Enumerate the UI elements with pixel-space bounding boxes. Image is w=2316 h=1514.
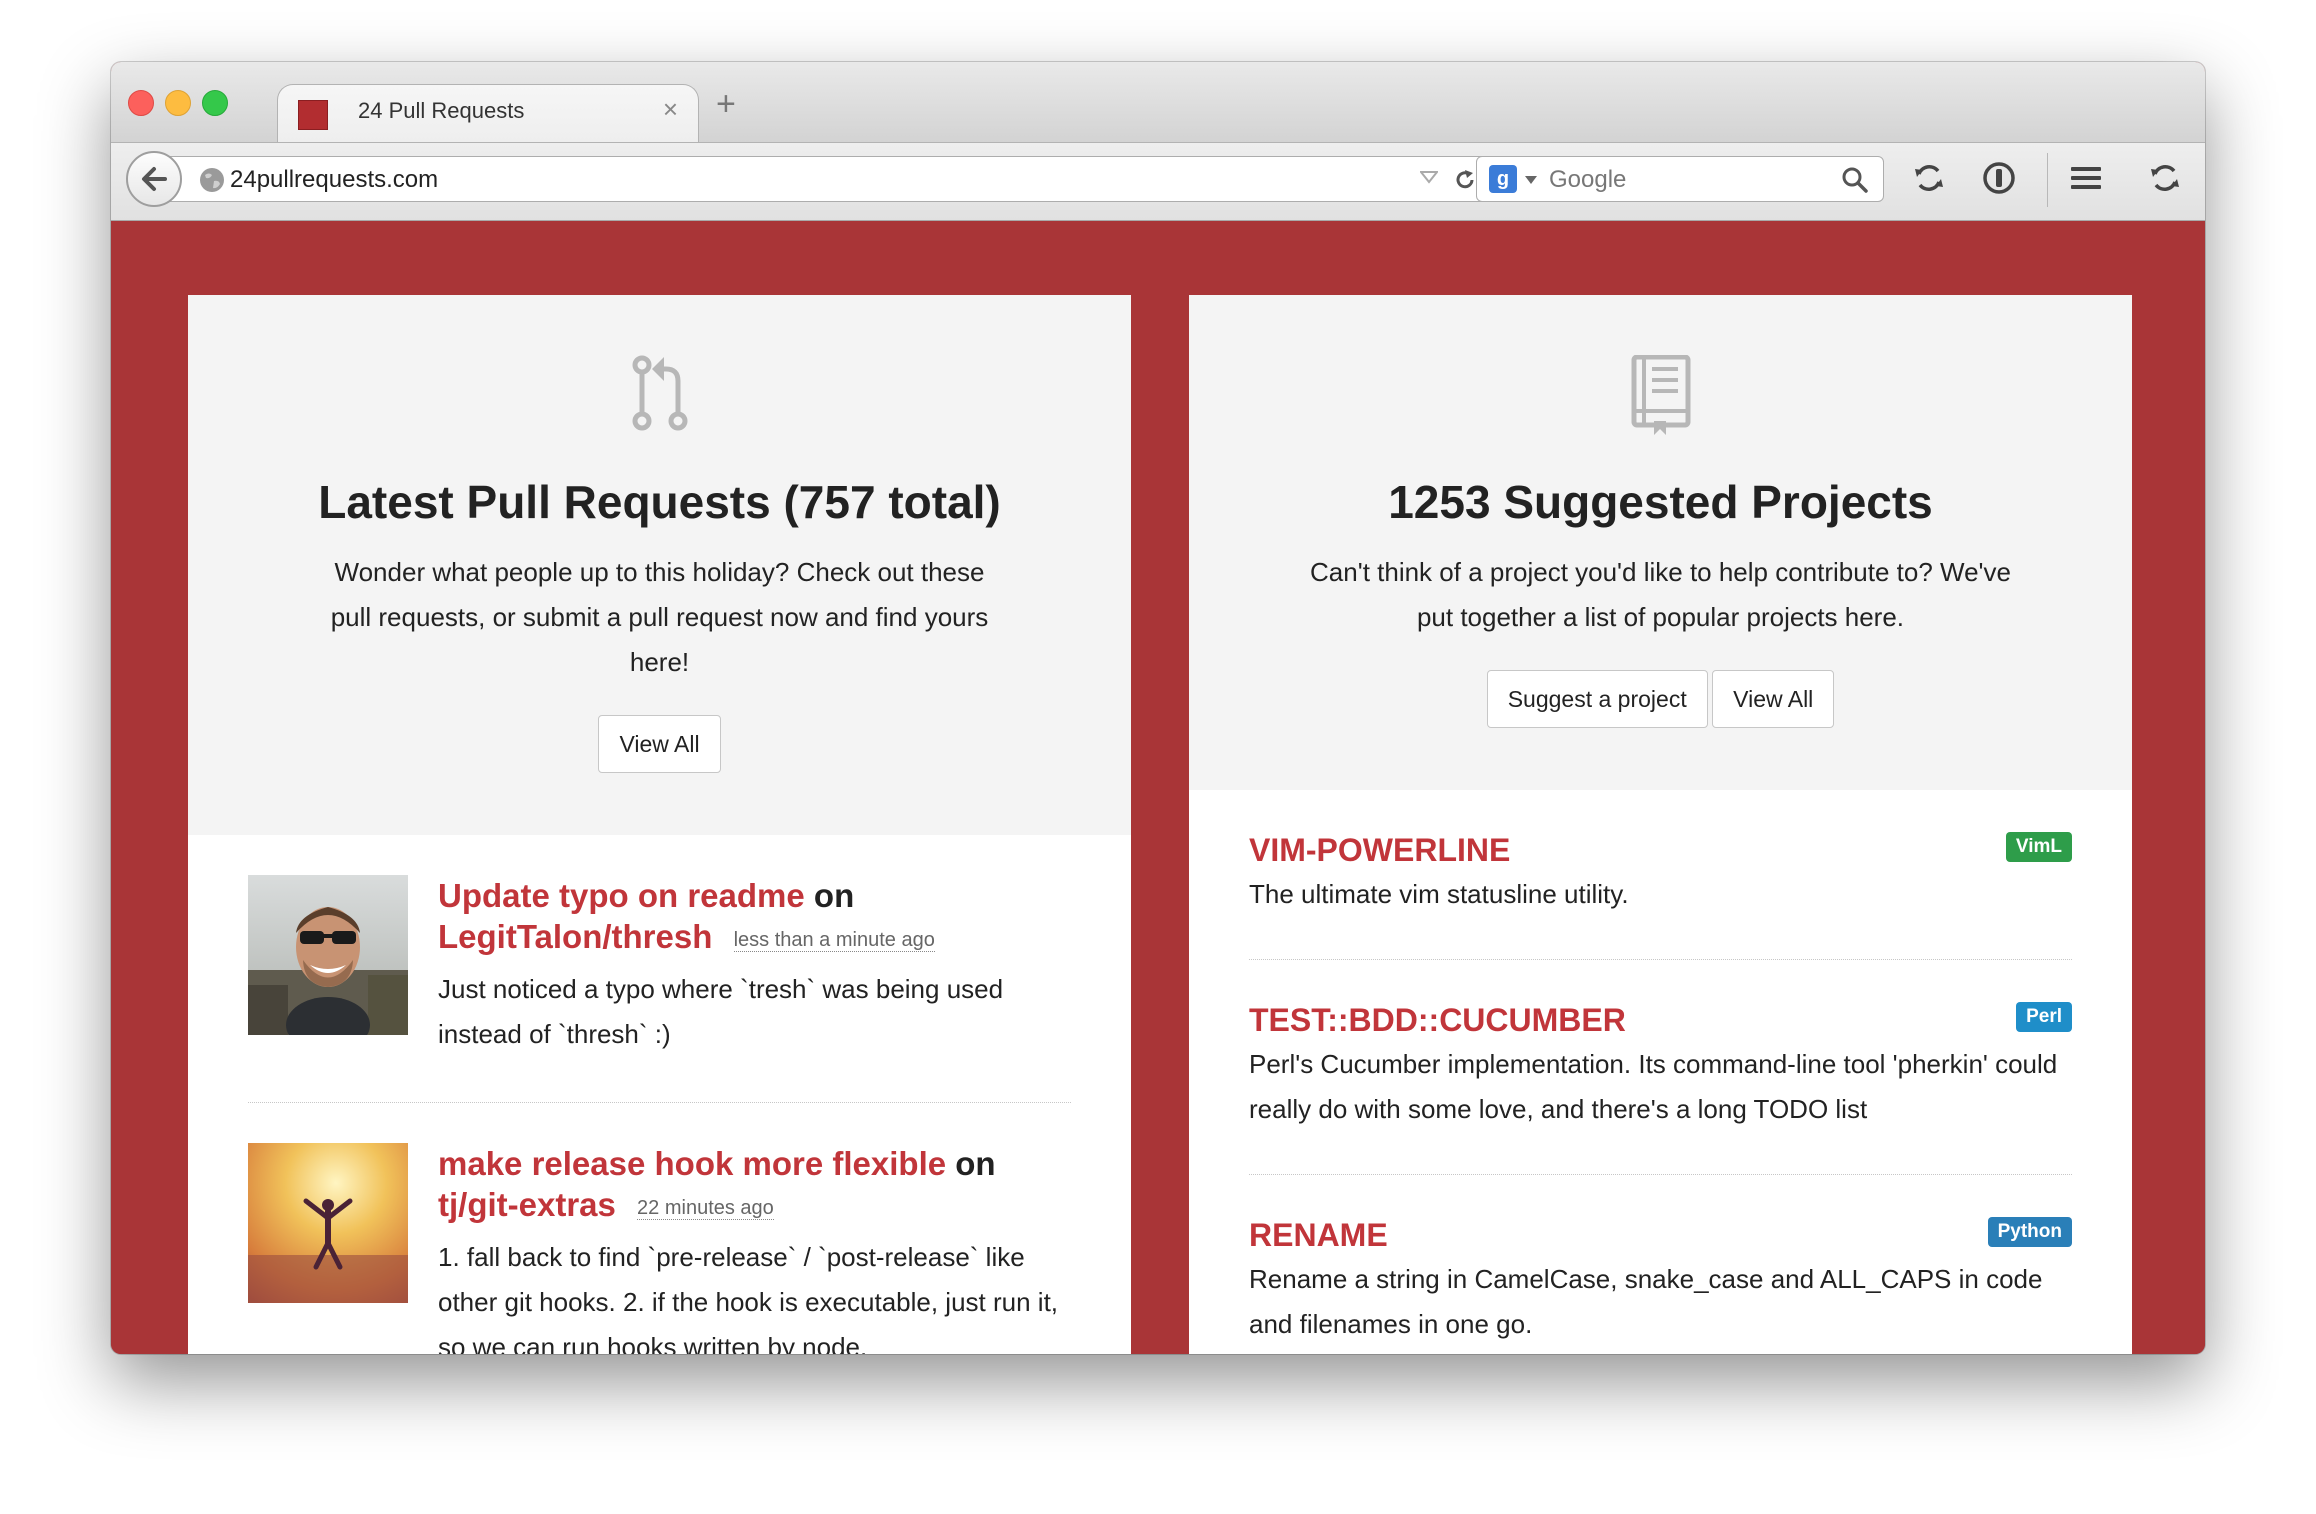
back-button[interactable]	[126, 151, 182, 207]
pull-request-item: make release hook more flexible on tj/gi…	[248, 1103, 1071, 1354]
sync-status-icon[interactable]	[2147, 160, 2183, 196]
back-arrow-icon	[142, 167, 167, 191]
pull-request-timestamp: less than a minute ago	[733, 929, 935, 952]
site-favicon-icon	[298, 100, 328, 130]
search-input[interactable]	[1547, 164, 1831, 196]
project-description: Perl's Cucumber implementation. Its comm…	[1249, 1049, 2058, 1124]
pull-request-repo-link[interactable]: LegitTalon/thresh	[438, 918, 712, 955]
pull-request-title-link[interactable]: Update typo on readme	[438, 877, 805, 914]
pull-requests-view-all-button[interactable]: View All	[598, 715, 721, 773]
browser-tab[interactable]: 24 Pull Requests ×	[277, 84, 699, 143]
url-text: 24pullrequests.com	[230, 166, 439, 193]
pull-requests-heading: Latest Pull Requests (757 total)	[318, 476, 1001, 528]
search-bar[interactable]: g	[1476, 156, 1884, 202]
projects-view-all-button[interactable]: View All	[1712, 670, 1835, 728]
pull-request-on-label: on	[955, 1145, 996, 1182]
language-badge[interactable]: VimL	[2005, 832, 2072, 862]
pull-request-item: Update typo on readme on LegitTalon/thre…	[248, 835, 1071, 1103]
tab-title: 24 Pull Requests	[358, 98, 525, 123]
reload-icon[interactable]	[1451, 166, 1479, 194]
suggest-project-button[interactable]: Suggest a project	[1486, 670, 1708, 728]
suggested-projects-hero: 1253 Suggested Projects Can't think of a…	[1189, 295, 2132, 790]
project-name-link[interactable]: RENAME	[1249, 1215, 2072, 1255]
suggested-projects-panel: 1253 Suggested Projects Can't think of a…	[1189, 295, 2132, 1354]
pull-request-title-link[interactable]: make release hook more flexible	[438, 1145, 946, 1182]
navigation-toolbar: 24pullrequests.com g	[111, 142, 2205, 221]
project-item: TEST::BDD::CUCUMBER Perl Perl's Cucumber…	[1249, 960, 2072, 1175]
password-manager-icon[interactable]	[1981, 160, 2017, 196]
avatar[interactable]	[248, 1143, 408, 1303]
new-tab-button[interactable]: +	[716, 85, 736, 124]
project-item: VIM-POWERLINE VimL The ultimate vim stat…	[1249, 790, 2072, 960]
url-bar[interactable]: 24pullrequests.com	[169, 156, 1494, 202]
tab-close-icon[interactable]: ×	[663, 94, 678, 125]
pull-request-icon	[632, 355, 687, 431]
project-name-link[interactable]: VIM-POWERLINE	[1249, 830, 2072, 870]
search-icon[interactable]	[1841, 166, 1869, 194]
menu-icon[interactable]	[2068, 160, 2104, 196]
avatar[interactable]	[248, 875, 408, 1035]
pull-request-list: Update typo on readme on LegitTalon/thre…	[188, 835, 1131, 1354]
pull-requests-hero: Latest Pull Requests (757 total) Wonder …	[188, 295, 1131, 835]
pull-requests-panel: Latest Pull Requests (757 total) Wonder …	[188, 295, 1131, 1354]
pull-request-on-label: on	[813, 877, 855, 914]
page-content: Latest Pull Requests (757 total) Wonder …	[111, 221, 2205, 1354]
pull-request-timestamp: 22 minutes ago	[637, 1197, 774, 1220]
project-description: Rename a string in CamelCase, snake_case…	[1249, 1264, 2043, 1339]
google-search-engine-icon[interactable]: g	[1489, 165, 1517, 193]
url-dropdown-arrow-icon[interactable]	[1420, 170, 1438, 184]
zoom-window-button[interactable]	[202, 90, 228, 116]
language-badge[interactable]: Python	[1987, 1217, 2072, 1247]
close-window-button[interactable]	[128, 90, 154, 116]
chevron-down-icon[interactable]	[1525, 176, 1537, 184]
tab-bar: 24 Pull Requests × +	[111, 62, 2205, 143]
project-description: The ultimate vim statusline utility.	[1249, 879, 1629, 909]
sync-icon[interactable]	[1911, 160, 1947, 196]
minimize-window-button[interactable]	[165, 90, 191, 116]
repository-book-icon	[1631, 354, 1690, 435]
toolbar-divider	[2047, 153, 2048, 207]
pull-request-repo-link[interactable]: tj/git-extras	[438, 1186, 616, 1223]
globe-icon	[200, 168, 224, 192]
project-item: RENAME Python Rename a string in CamelCa…	[1249, 1175, 2072, 1354]
language-badge[interactable]: Perl	[2016, 1002, 2072, 1032]
suggested-projects-heading: 1253 Suggested Projects	[1388, 476, 1933, 528]
pull-request-body: 1. fall back to find `pre-release` / `po…	[438, 1242, 1059, 1354]
project-list: VIM-POWERLINE VimL The ultimate vim stat…	[1189, 790, 2132, 1354]
suggested-projects-description: Can't think of a project you'd like to h…	[1310, 557, 2011, 632]
browser-window: 24 Pull Requests × + 24pullrequests.com	[111, 62, 2205, 1354]
pull-request-body: Just noticed a typo where `tresh` was be…	[438, 974, 1004, 1049]
project-name-link[interactable]: TEST::BDD::CUCUMBER	[1249, 1000, 2072, 1040]
pull-requests-description: Wonder what people up to this holiday? C…	[330, 557, 989, 677]
